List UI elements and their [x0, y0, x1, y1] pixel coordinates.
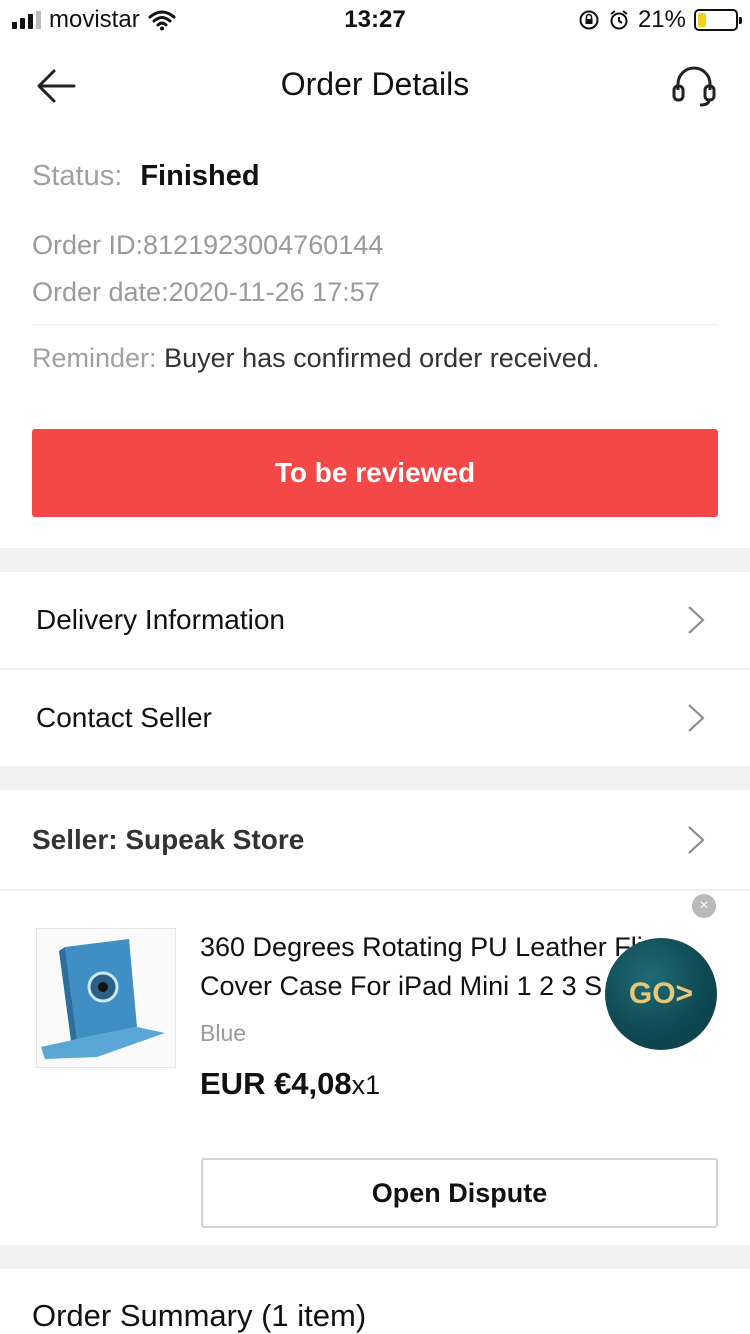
- order-status-section: Status: Finished Order ID:81219230047601…: [32, 160, 718, 374]
- go-floating-button[interactable]: GO>: [605, 938, 717, 1050]
- status-label: Status:: [32, 160, 123, 192]
- divider: [32, 324, 718, 325]
- seller-row[interactable]: Seller: Supeak Store: [0, 792, 750, 888]
- order-id: Order ID:8121923004760144: [32, 230, 384, 260]
- close-icon[interactable]: ×: [692, 894, 716, 918]
- product-quantity: x1: [351, 1070, 381, 1100]
- battery-percent: 21%: [637, 6, 686, 33]
- reminder-label: Reminder:: [32, 343, 157, 373]
- headset-icon[interactable]: [670, 64, 718, 108]
- ipad-case-image: [37, 929, 175, 1067]
- to-be-reviewed-button[interactable]: To be reviewed: [32, 429, 718, 517]
- chevron-right-icon: [688, 704, 705, 732]
- product-variant: Blue: [200, 1020, 247, 1046]
- order-summary-title: Order Summary (1 item): [32, 1298, 367, 1333]
- status-bar-right: 21%: [578, 6, 742, 34]
- section-gap: [0, 766, 750, 790]
- status-line: Status: Finished: [32, 160, 718, 200]
- section-gap: [0, 1245, 750, 1269]
- product-price-line: EUR €4,08x1: [200, 1066, 380, 1102]
- status-value: Finished: [140, 160, 260, 192]
- chevron-right-icon: [688, 826, 705, 854]
- delivery-information-label: Delivery Information: [36, 604, 285, 635]
- contact-seller-row[interactable]: Contact Seller: [0, 670, 750, 766]
- open-dispute-button[interactable]: Open Dispute: [201, 1158, 718, 1228]
- section-gap: [0, 548, 750, 572]
- status-bar: movistar 13:27 21%: [0, 0, 750, 40]
- product-price: EUR €4,08: [200, 1066, 352, 1101]
- chevron-right-icon: [688, 606, 705, 634]
- reminder-line: Reminder: Buyer has confirmed order rece…: [32, 343, 718, 374]
- reminder-value: Buyer has confirmed order received.: [164, 343, 600, 373]
- delivery-information-row[interactable]: Delivery Information: [0, 572, 750, 668]
- page-title: Order Details: [280, 66, 470, 102]
- battery-fill: [698, 13, 706, 27]
- product-image[interactable]: [36, 928, 176, 1068]
- alarm-icon: [610, 10, 628, 30]
- battery-icon: [694, 9, 742, 31]
- contact-seller-label: Contact Seller: [36, 702, 212, 733]
- divider: [0, 889, 750, 891]
- seller-name: Seller: Supeak Store: [32, 824, 305, 855]
- navigation-bar: Order Details: [0, 48, 750, 122]
- order-date: Order date:2020-11-26 17:57: [32, 277, 380, 307]
- rotation-lock-icon: [579, 10, 599, 30]
